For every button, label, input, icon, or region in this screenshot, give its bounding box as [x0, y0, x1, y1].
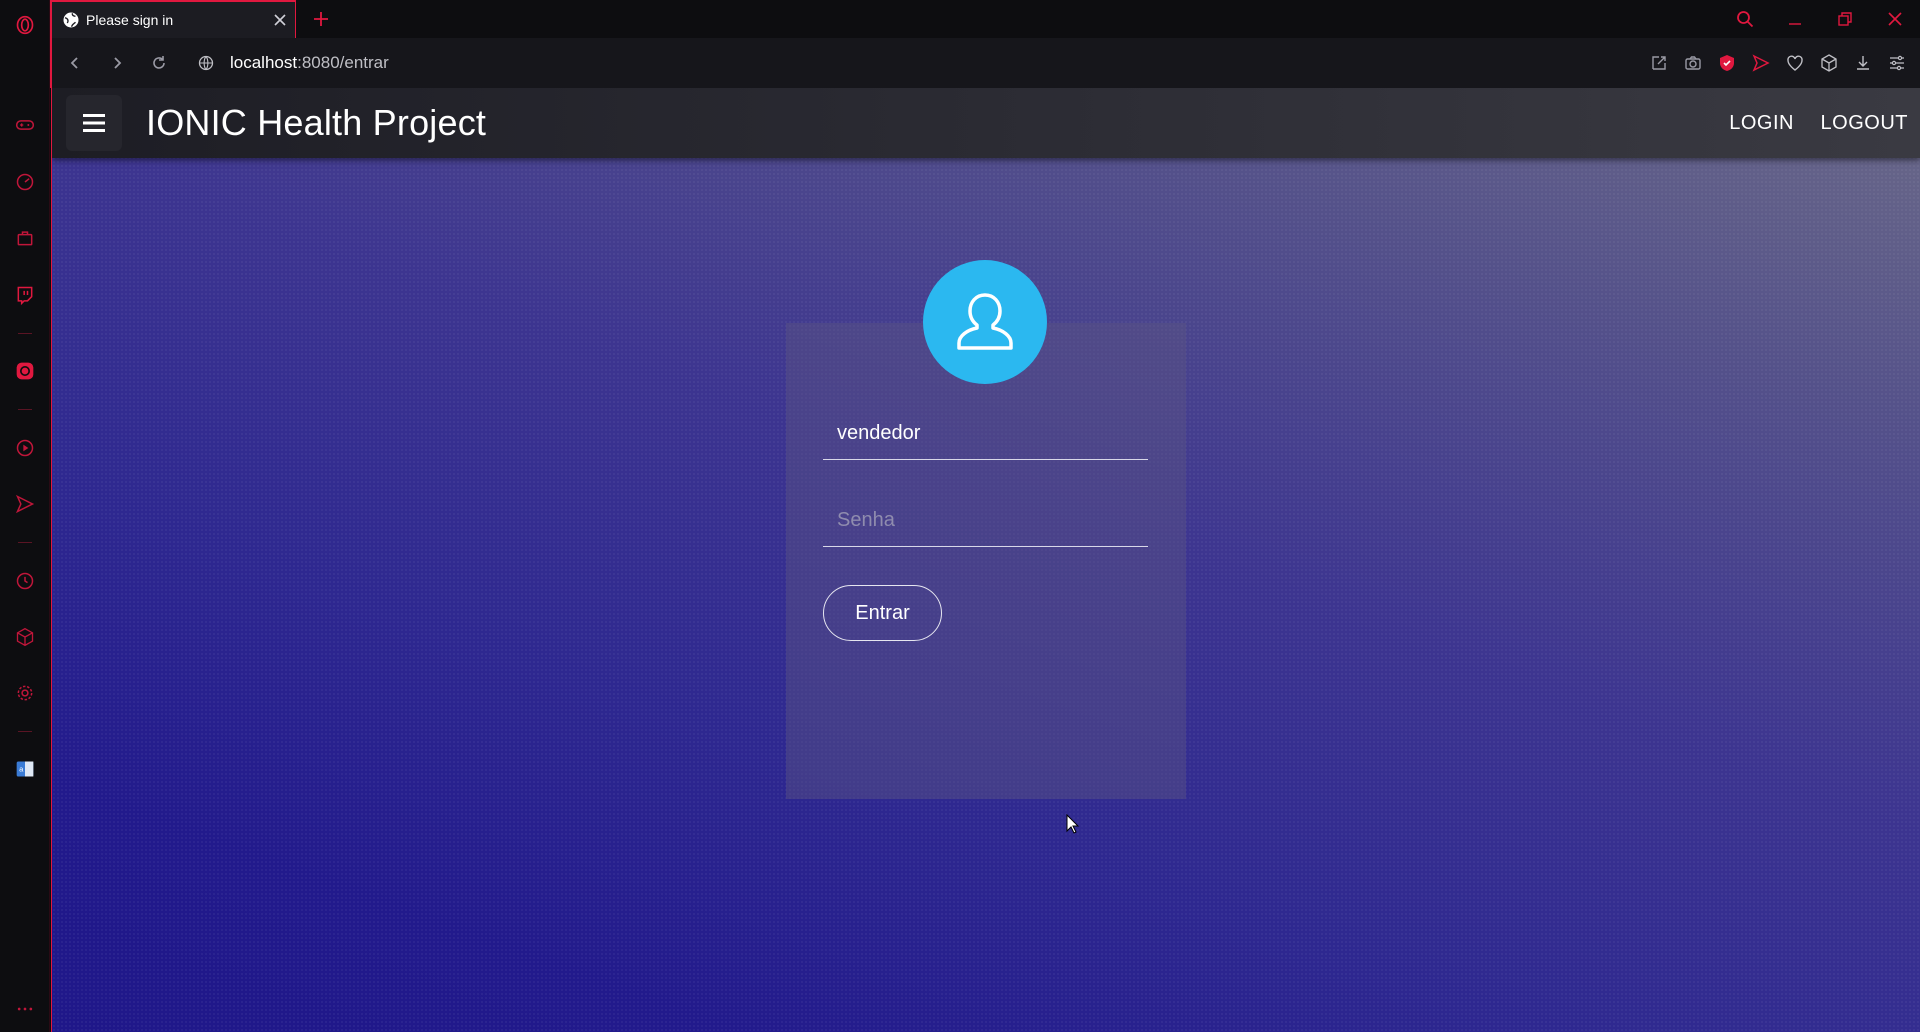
globe-icon: [63, 12, 79, 28]
easy-setup-sliders-icon[interactable]: [1882, 48, 1912, 78]
back-chevron-icon[interactable]: [56, 44, 94, 82]
speed-dial-icon[interactable]: [13, 170, 37, 194]
twitch-icon[interactable]: [13, 283, 37, 307]
url-host: localhost: [230, 53, 298, 72]
heart-bookmark-icon[interactable]: [1780, 48, 1810, 78]
site-info-globe-icon[interactable]: [198, 55, 214, 71]
camera-snapshot-icon[interactable]: [1678, 48, 1708, 78]
sidebar-separator: [18, 333, 32, 334]
sidebar-separator: [18, 409, 32, 410]
tab-title: Please sign in: [86, 12, 174, 28]
share-edit-icon[interactable]: [1644, 48, 1674, 78]
entrar-button[interactable]: Entrar: [823, 585, 942, 641]
tab-strip: Please sign in: [50, 0, 1920, 38]
opera-logo-icon[interactable]: [13, 13, 37, 37]
password-input[interactable]: [837, 509, 1148, 532]
hamburger-menu-icon[interactable]: [66, 95, 122, 151]
history-icon[interactable]: [13, 569, 37, 593]
page-viewport: IONIC Health Project LOGIN LOGOUT Entrar: [51, 88, 1920, 1032]
shopping-bag-icon[interactable]: [13, 226, 37, 250]
search-tabs-icon[interactable]: [1720, 0, 1770, 38]
username-input[interactable]: [837, 422, 1148, 445]
user-avatar-icon: [923, 260, 1047, 384]
app-header: IONIC Health Project LOGIN LOGOUT: [52, 88, 1920, 158]
mouse-cursor-icon: [1066, 814, 1080, 834]
player-icon[interactable]: [13, 436, 37, 460]
url-field[interactable]: localhost:8080/entrar: [198, 44, 389, 82]
tab-close-icon[interactable]: [265, 5, 295, 35]
new-tab-plus-icon[interactable]: [308, 6, 334, 32]
extensions-box-icon[interactable]: [1814, 48, 1844, 78]
window-controls: [1720, 0, 1920, 38]
forward-chevron-icon[interactable]: [98, 44, 136, 82]
minimize-icon[interactable]: [1770, 0, 1820, 38]
translate-extension-icon[interactable]: a: [13, 757, 37, 781]
download-icon[interactable]: [1848, 48, 1878, 78]
url-path: :8080/entrar: [297, 53, 389, 72]
send-icon[interactable]: [13, 492, 37, 516]
more-options-icon[interactable]: [13, 997, 37, 1021]
reload-icon[interactable]: [140, 44, 178, 82]
browser-tab-active[interactable]: Please sign in: [52, 0, 296, 38]
app-title: IONIC Health Project: [146, 102, 487, 143]
sidebar-separator: [18, 542, 32, 543]
browser-sidebar: a: [0, 0, 50, 1032]
settings-gear-icon[interactable]: [13, 681, 37, 705]
logout-link[interactable]: LOGOUT: [1821, 112, 1908, 135]
login-link[interactable]: LOGIN: [1729, 112, 1794, 135]
instagram-icon[interactable]: [13, 359, 37, 383]
flow-send-icon[interactable]: [1746, 48, 1776, 78]
address-bar: localhost:8080/entrar: [50, 38, 1920, 88]
username-field[interactable]: [823, 408, 1148, 460]
browser-toolbar: [1644, 38, 1912, 88]
sidebar-separator: [18, 731, 32, 732]
extensions-cube-icon[interactable]: [13, 625, 37, 649]
restore-icon[interactable]: [1820, 0, 1870, 38]
url-text: localhost:8080/entrar: [230, 53, 389, 73]
ad-blocker-shield-icon[interactable]: [1712, 48, 1742, 78]
password-field[interactable]: [823, 495, 1148, 547]
close-window-icon[interactable]: [1870, 0, 1920, 38]
gamepad-icon[interactable]: [13, 113, 37, 137]
login-card: [786, 323, 1186, 799]
